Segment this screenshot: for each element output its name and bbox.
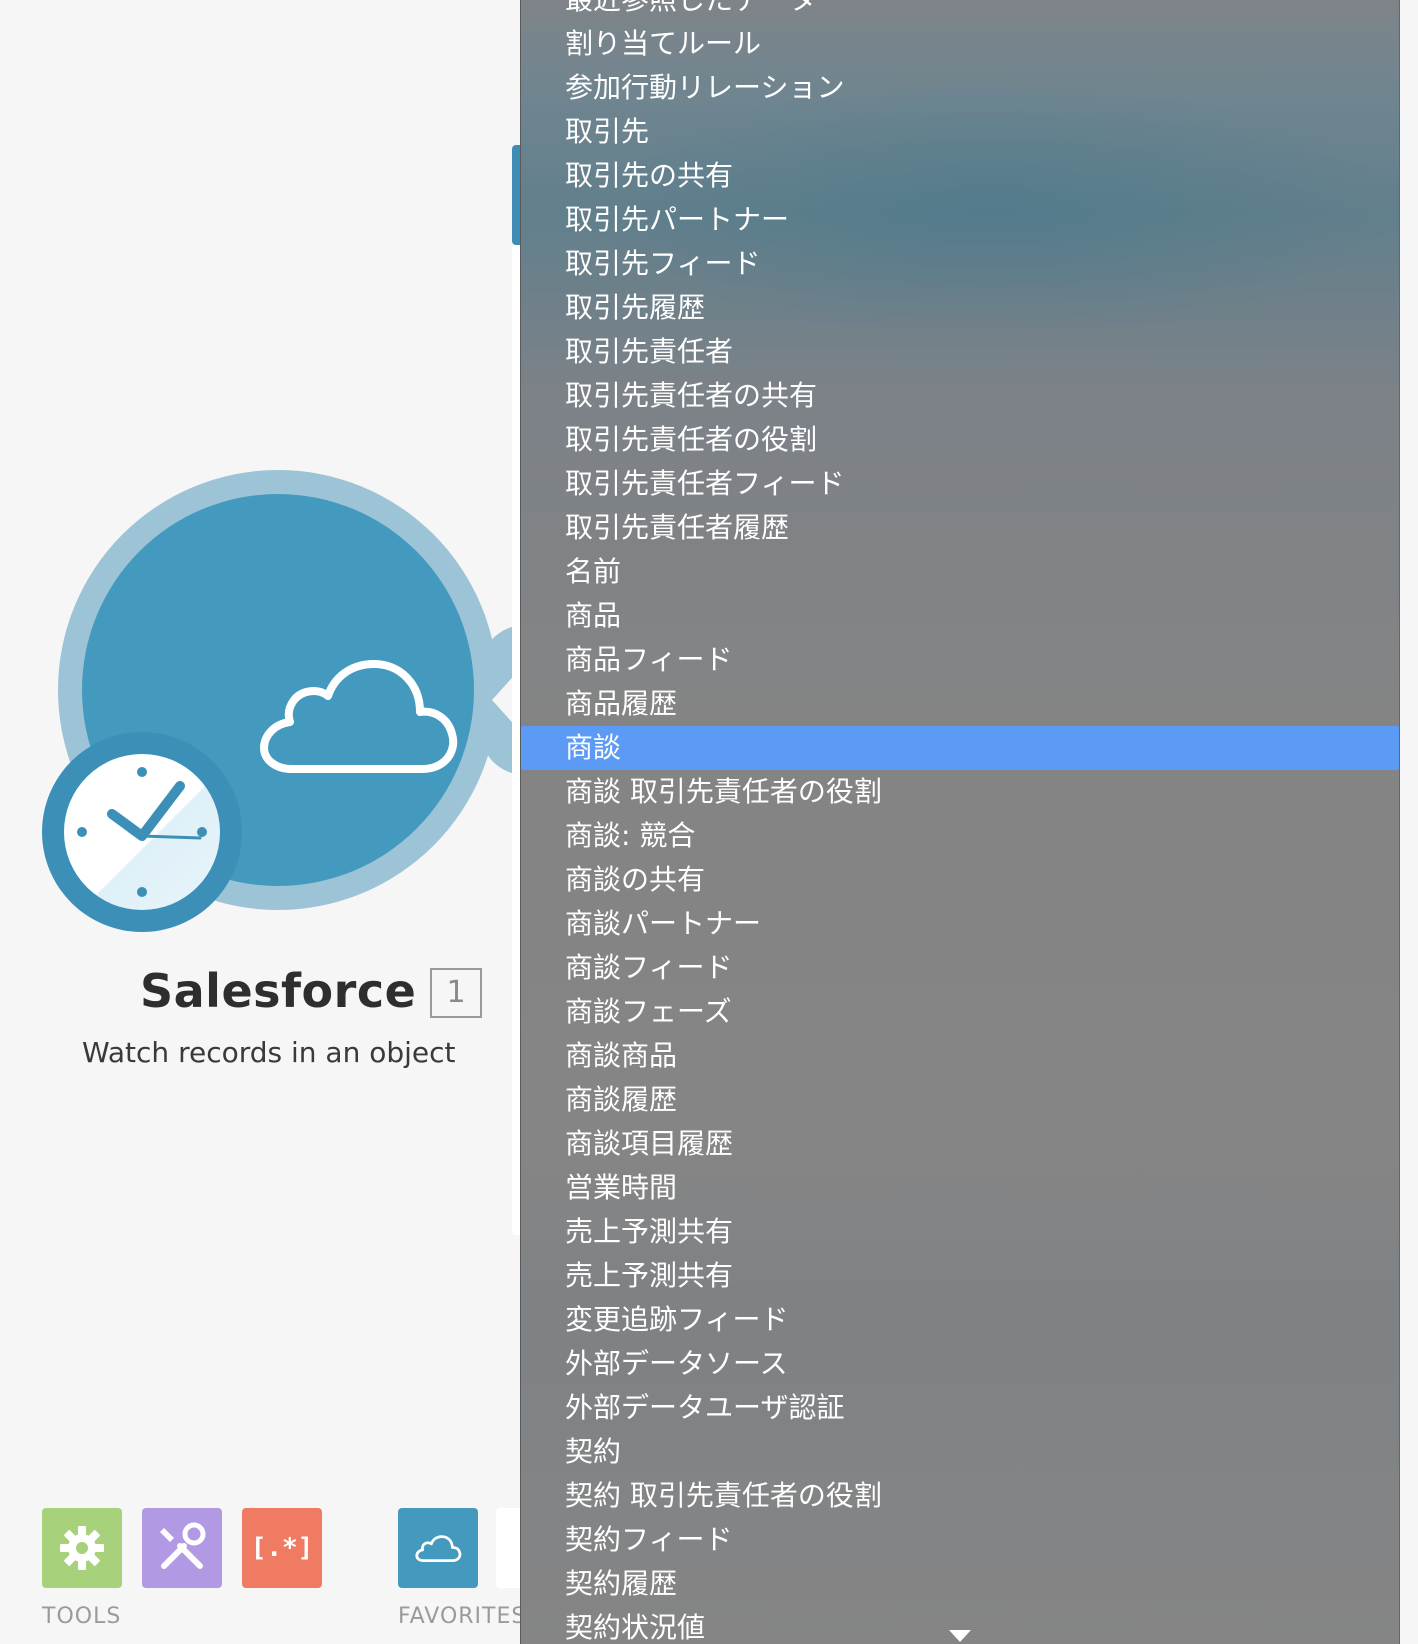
dropdown-option[interactable]: 参加行動リレーション — [521, 66, 1399, 110]
tools-settings-button[interactable] — [42, 1508, 122, 1588]
object-select-dropdown[interactable]: 最近参照したデータ割り当てルール参加行動リレーション取引先取引先の共有取引先パー… — [520, 0, 1400, 1644]
dropdown-option[interactable]: 商品履歴 — [521, 682, 1399, 726]
dropdown-option[interactable]: 契約履歴 — [521, 1562, 1399, 1606]
dropdown-option[interactable]: 取引先責任者 — [521, 330, 1399, 374]
panel-edge-accent — [512, 145, 520, 245]
dropdown-option[interactable]: 取引先責任者の共有 — [521, 374, 1399, 418]
dropdown-option[interactable]: 取引先の共有 — [521, 154, 1399, 198]
gear-icon — [60, 1526, 104, 1570]
dropdown-option[interactable]: 変更追跡フィード — [521, 1298, 1399, 1342]
dropdown-option[interactable]: 最近参照したデータ — [521, 0, 1399, 22]
cloud-icon — [260, 660, 458, 773]
dropdown-option[interactable]: 取引先責任者履歴 — [521, 506, 1399, 550]
scenario-canvas: Salesforce 1 Watch records in an object — [0, 0, 1418, 1644]
dropdown-option[interactable]: 商談商品 — [521, 1034, 1399, 1078]
dropdown-option[interactable]: 取引先フィード — [521, 242, 1399, 286]
dropdown-option[interactable]: 商品 — [521, 594, 1399, 638]
dropdown-option[interactable]: 契約 — [521, 1430, 1399, 1474]
dropdown-option[interactable]: 商談履歴 — [521, 1078, 1399, 1122]
dropdown-option[interactable]: 商談: 競合 — [521, 814, 1399, 858]
tools-label: TOOLS — [42, 1604, 122, 1629]
dropdown-option[interactable]: 商談フェーズ — [521, 990, 1399, 1034]
module-title: Salesforce — [140, 964, 417, 1018]
dropdown-option[interactable]: 契約フィード — [521, 1518, 1399, 1562]
crossed-tools-icon — [160, 1522, 206, 1569]
favorites-label: FAVORITES — [398, 1604, 527, 1629]
dropdown-option[interactable]: 商談 取引先責任者の役割 — [521, 770, 1399, 814]
regex-brackets-icon: [.*] — [250, 1533, 314, 1563]
clock-face — [64, 754, 220, 910]
dropdown-option[interactable]: 契約 取引先責任者の役割 — [521, 1474, 1399, 1518]
dropdown-option[interactable]: 取引先履歴 — [521, 286, 1399, 330]
dropdown-option[interactable]: 商談パートナー — [521, 902, 1399, 946]
dropdown-option[interactable]: 営業時間 — [521, 1166, 1399, 1210]
dropdown-option[interactable]: 商品フィード — [521, 638, 1399, 682]
dropdown-option[interactable]: 取引先 — [521, 110, 1399, 154]
panel-edge — [512, 245, 520, 1235]
dropdown-option[interactable]: 名前 — [521, 550, 1399, 594]
module-title-row: Salesforce 1 — [0, 964, 520, 1024]
dropdown-option-selected[interactable]: 商談 — [521, 726, 1399, 770]
dropdown-option-list: 最近参照したデータ割り当てルール参加行動リレーション取引先取引先の共有取引先パー… — [521, 0, 1399, 1644]
dropdown-option[interactable]: 商談の共有 — [521, 858, 1399, 902]
favorites-salesforce-button[interactable] — [398, 1508, 478, 1588]
dropdown-option[interactable]: 外部データソース — [521, 1342, 1399, 1386]
scroll-down-icon[interactable] — [949, 1630, 971, 1642]
dropdown-option[interactable]: 商談フィード — [521, 946, 1399, 990]
module-subtitle: Watch records in an object — [82, 1036, 456, 1069]
dropdown-option[interactable]: 割り当てルール — [521, 22, 1399, 66]
clock-icon — [77, 767, 207, 897]
dropdown-option[interactable]: 外部データユーザ認証 — [521, 1386, 1399, 1430]
dropdown-option[interactable]: 売上予測共有 — [521, 1210, 1399, 1254]
module-number-badge: 1 — [430, 968, 482, 1018]
dropdown-option[interactable]: 取引先責任者フィード — [521, 462, 1399, 506]
clock-badge — [42, 732, 242, 932]
dropdown-option[interactable]: 売上予測共有 — [521, 1254, 1399, 1298]
salesforce-module[interactable] — [40, 470, 570, 932]
dropdown-option[interactable]: 商談項目履歴 — [521, 1122, 1399, 1166]
dropdown-option[interactable]: 取引先パートナー — [521, 198, 1399, 242]
tools-text-parser-button[interactable]: [.*] — [242, 1508, 322, 1588]
cloud-icon — [415, 1535, 462, 1562]
dropdown-option[interactable]: 取引先責任者の役割 — [521, 418, 1399, 462]
tools-flow-control-button[interactable] — [142, 1508, 222, 1588]
